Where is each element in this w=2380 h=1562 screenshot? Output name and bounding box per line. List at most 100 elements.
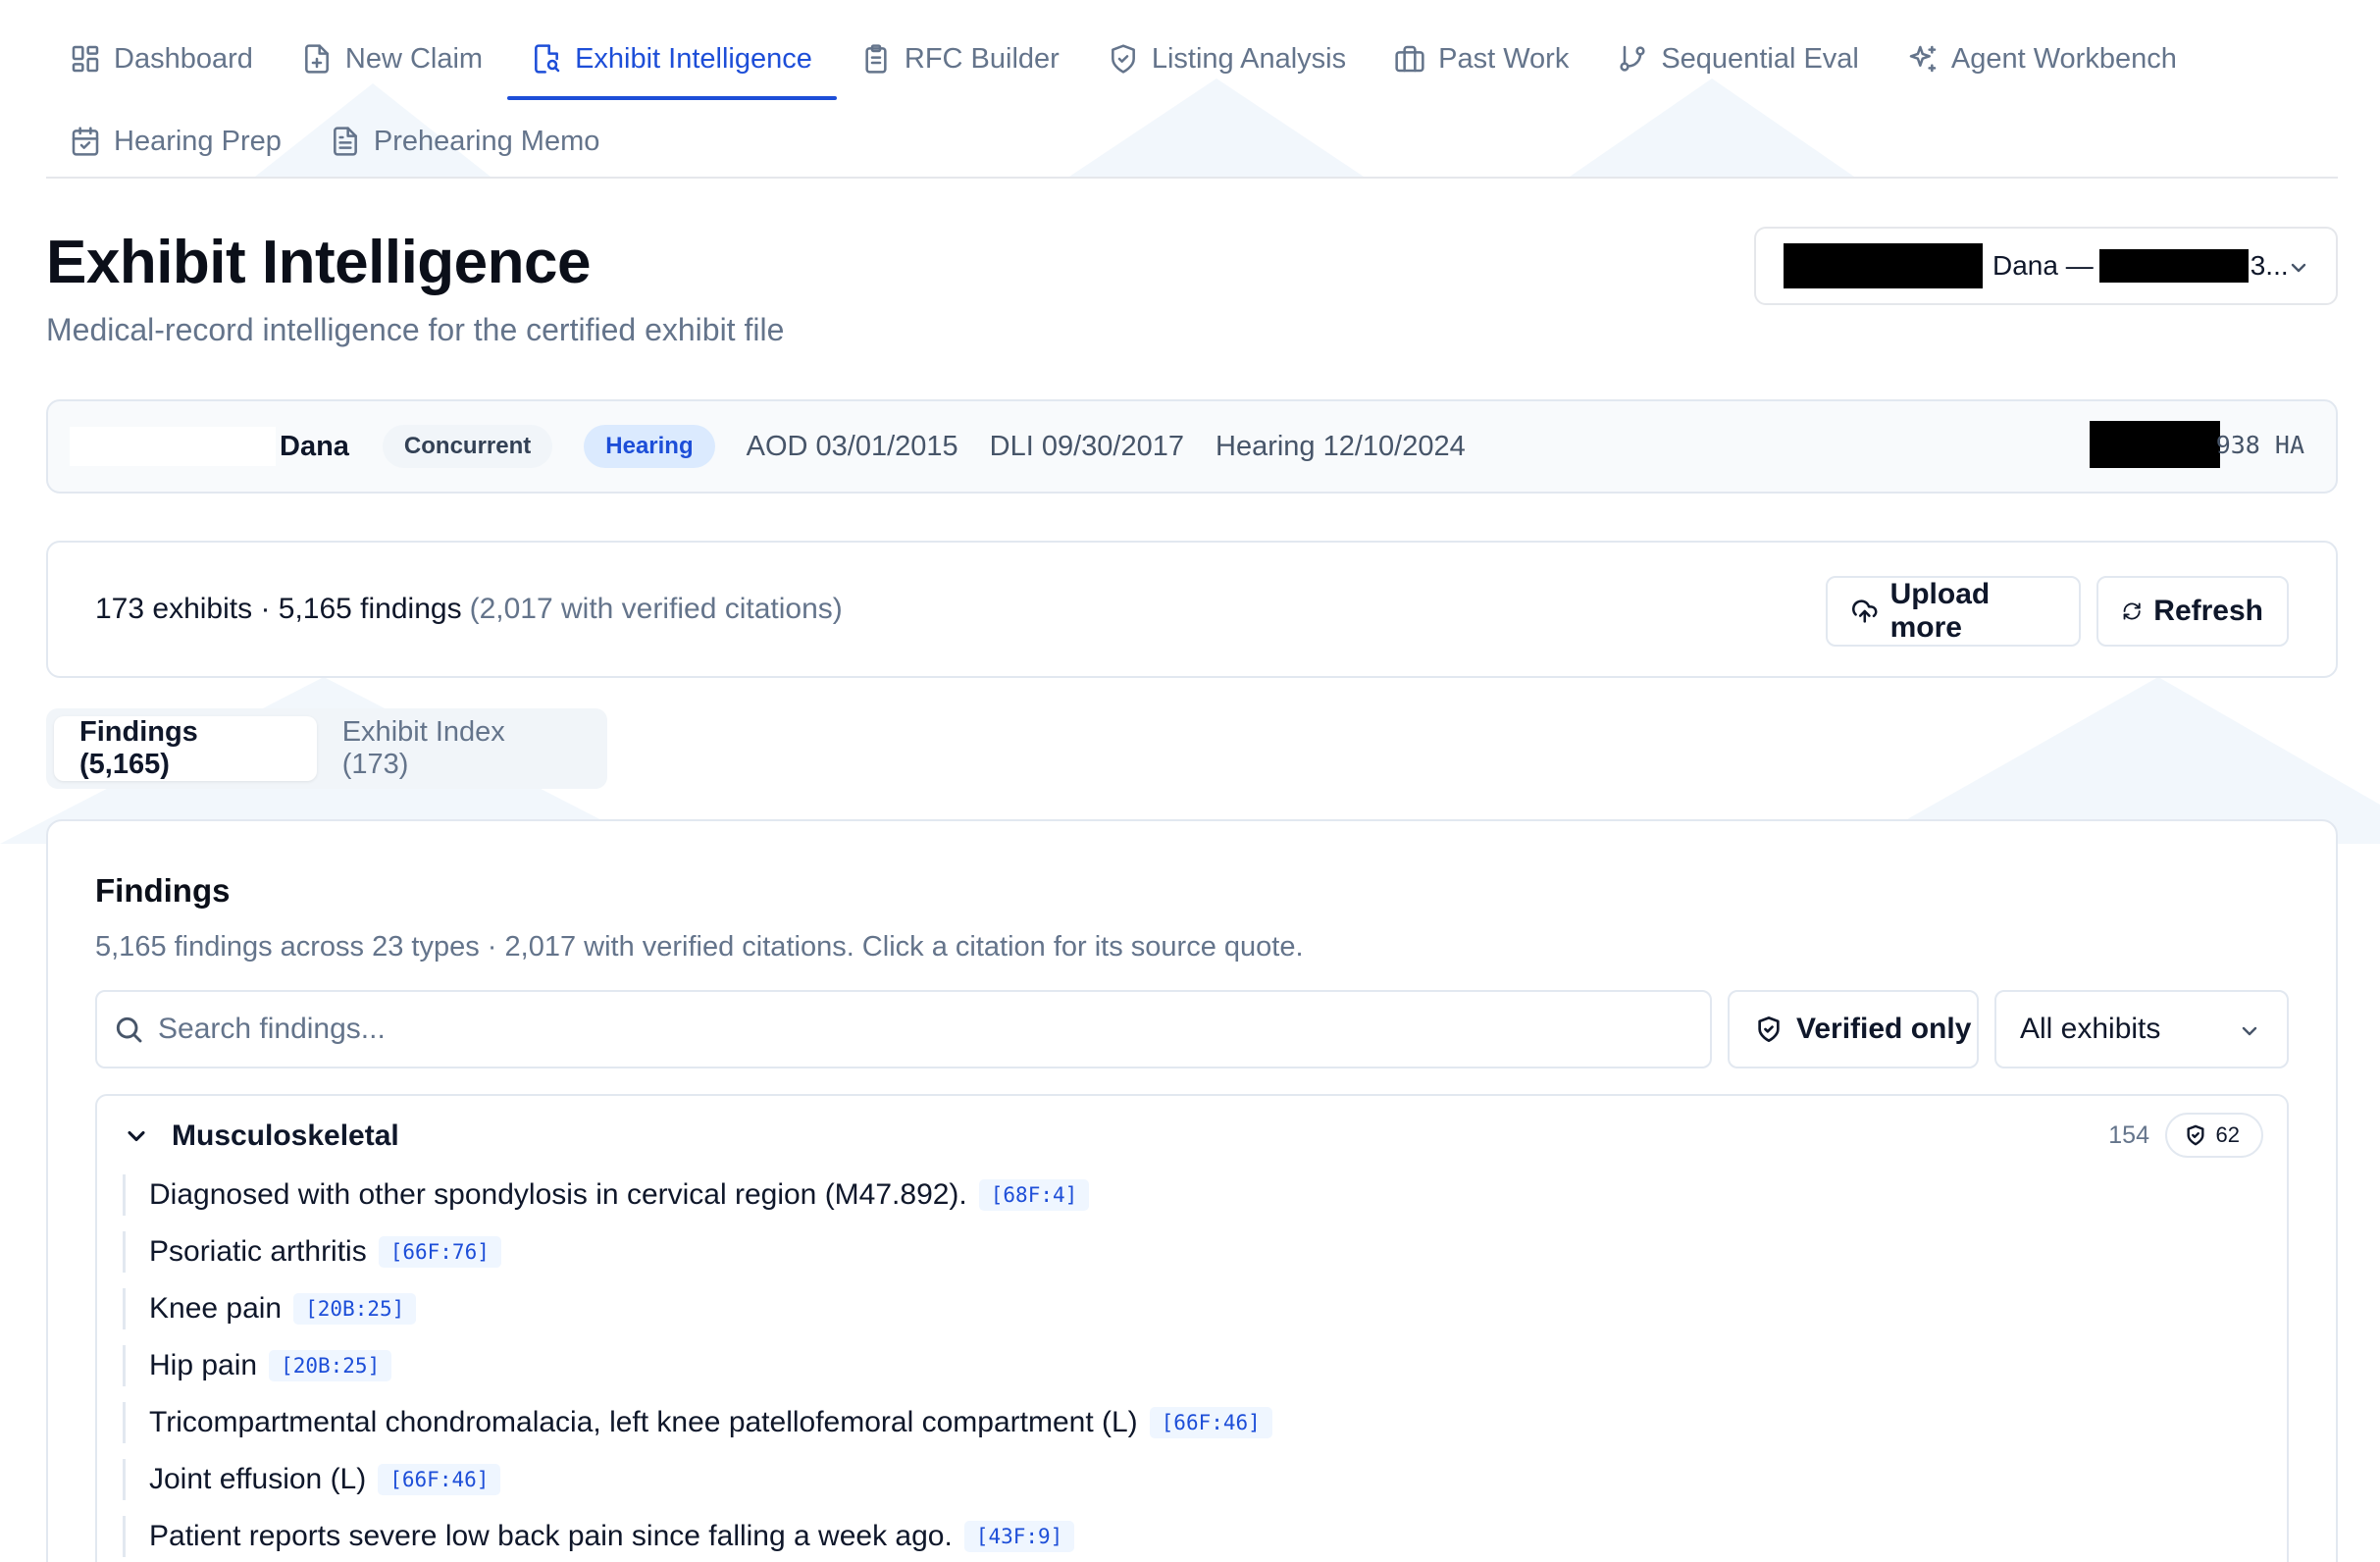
verified-only-label: Verified only: [1796, 1013, 1972, 1045]
tab-agent-workbench[interactable]: Agent Workbench: [1884, 18, 2201, 100]
page-title: Exhibit Intelligence: [46, 229, 592, 296]
nav-row-1: Dashboard New Claim Exhibit Intelligence…: [46, 18, 2201, 100]
tab-prehearing-memo[interactable]: Prehearing Memo: [306, 100, 625, 182]
findings-title: Findings: [95, 872, 231, 909]
search-input[interactable]: [158, 1013, 1630, 1046]
finding-group-musculoskeletal: Musculoskeletal 154 62 Diagnosed with ot…: [95, 1094, 2289, 1562]
tab-hearing-prep[interactable]: Hearing Prep: [46, 100, 306, 182]
citation-link[interactable]: [66F:46]: [1149, 1407, 1272, 1438]
claimant-name: Dana: [280, 430, 349, 462]
verified-count-badge: 62: [2164, 1113, 2263, 1158]
cloud-upload-icon: [1852, 599, 1878, 623]
finding-text: Psoriatic arthritis: [149, 1235, 367, 1268]
git-branch-icon: [1620, 45, 1645, 72]
finding-text: Joint effusion (L): [149, 1463, 367, 1495]
tab-rfc-builder[interactable]: RFC Builder: [837, 18, 1084, 100]
claim-selector-tail: 3...: [2250, 250, 2289, 281]
alleged-onset-date: AOD 03/01/2015: [746, 430, 958, 462]
case-info-bar: Dana Concurrent Hearing AOD 03/01/2015 D…: [46, 399, 2338, 494]
citation-link[interactable]: [68F:4]: [978, 1179, 1090, 1211]
tab-label: Dashboard: [114, 42, 253, 75]
view-tabs: Findings (5,165) Exhibit Index (173): [46, 708, 607, 789]
chevron-down-icon: [128, 1130, 145, 1142]
findings-subtitle: 5,165 findings across 23 types · 2,017 w…: [95, 931, 1304, 963]
finding-item: Joint effusion (L) [66F:46]: [123, 1459, 501, 1500]
shield-icon: [1111, 44, 1135, 74]
tab-exhibit-index[interactable]: Exhibit Index (173): [317, 716, 599, 781]
upload-more-button[interactable]: Upload more: [1826, 576, 2081, 647]
redacted-block: [1784, 243, 1983, 288]
citation-link[interactable]: [66F:76]: [378, 1236, 501, 1268]
page-subtitle: Medical-record intelligence for the cert…: [46, 312, 785, 347]
file-search-icon: [535, 44, 560, 74]
tab-label: RFC Builder: [904, 42, 1060, 75]
dashboard-icon: [72, 45, 99, 73]
verified-citations-count: (2,017 with verified citations): [469, 593, 843, 625]
sparkles-icon: [1909, 45, 1937, 73]
exhibit-summary-card: 173 exhibits · 5,165 findings (2,017 wit…: [46, 541, 2338, 678]
verified-only-toggle[interactable]: Verified only: [1728, 990, 1979, 1068]
status-badge-concurrent: Concurrent: [382, 425, 553, 468]
claim-selector-name: Dana —: [1992, 250, 2094, 281]
briefcase-icon: [1395, 45, 1424, 73]
redacted-block: [2098, 249, 2249, 283]
page: Dashboard New Claim Exhibit Intelligence…: [46, 0, 2338, 1562]
claim-selector[interactable]: Dana — 3...: [1754, 227, 2338, 305]
exhibit-findings-count: 173 exhibits · 5,165 findings: [95, 593, 462, 625]
tab-new-claim[interactable]: New Claim: [278, 18, 507, 100]
tab-label: New Claim: [344, 42, 484, 75]
finding-item: Tricompartmental chondromalacia, left kn…: [123, 1402, 1272, 1443]
finding-text: Patient reports severe low back pain sin…: [149, 1520, 953, 1552]
search-icon: [116, 1016, 142, 1043]
document-icon: [333, 127, 357, 156]
tab-label: Hearing Prep: [114, 125, 282, 157]
finding-group-toggle[interactable]: Musculoskeletal: [123, 1119, 399, 1153]
chevron-down-icon: [2242, 1026, 2257, 1036]
finding-item: Diagnosed with other spondylosis in cerv…: [123, 1174, 1090, 1216]
tab-label: Prehearing Memo: [373, 125, 600, 157]
findings-panel: Findings 5,165 findings across 23 types …: [46, 819, 2338, 1562]
exhibit-filter-select[interactable]: All exhibits: [1994, 990, 2289, 1068]
finding-group-title: Musculoskeletal: [172, 1119, 399, 1152]
finding-group-count: 154: [2108, 1121, 2149, 1149]
tab-label: Agent Workbench: [1950, 42, 2177, 75]
finding-item: Psoriatic arthritis [66F:76]: [123, 1231, 501, 1273]
tab-sequential-eval[interactable]: Sequential Eval: [1593, 18, 1884, 100]
status-badge-hearing: Hearing: [584, 425, 715, 468]
finding-item: Hip pain [20B:25]: [123, 1345, 392, 1386]
refresh-button[interactable]: Refresh: [2096, 576, 2289, 647]
finding-text: Hip pain: [149, 1349, 258, 1381]
refresh-icon: [2123, 602, 2141, 620]
tab-label: Exhibit Intelligence: [575, 42, 812, 75]
tab-label: Past Work: [1438, 42, 1570, 75]
tab-exhibit-intelligence[interactable]: Exhibit Intelligence: [507, 18, 837, 100]
finding-item: Knee pain [20B:25]: [123, 1288, 417, 1329]
case-number-tail: 938 HA: [2215, 430, 2304, 459]
upload-more-label: Upload more: [1889, 578, 1991, 644]
finding-text: Tricompartmental chondromalacia, left kn…: [149, 1406, 1138, 1438]
verified-count: 62: [2215, 1122, 2240, 1147]
tab-past-work[interactable]: Past Work: [1371, 18, 1593, 100]
tab-dashboard[interactable]: Dashboard: [46, 18, 278, 100]
citation-link[interactable]: [66F:46]: [378, 1464, 501, 1495]
finding-item: Patient reports severe low back pain sin…: [123, 1516, 1075, 1557]
citation-link[interactable]: [20B:25]: [269, 1350, 392, 1381]
chevron-down-icon: [2291, 263, 2306, 273]
citation-link[interactable]: [43F:9]: [963, 1521, 1075, 1552]
tab-label: Listing Analysis: [1151, 42, 1347, 75]
redacted-name: [70, 427, 276, 466]
top-navigation: Dashboard New Claim Exhibit Intelligence…: [46, 0, 2338, 179]
clipboard-icon: [865, 44, 887, 74]
case-number: 938 HA: [2089, 421, 2304, 468]
file-plus-icon: [304, 44, 329, 74]
hearing-date: Hearing 12/10/2024: [1216, 430, 1466, 462]
exhibit-filter-value: All exhibits: [2020, 1013, 2161, 1045]
tab-findings[interactable]: Findings (5,165): [54, 716, 317, 781]
tab-listing-analysis[interactable]: Listing Analysis: [1084, 18, 1371, 100]
date-last-insured: DLI 09/30/2017: [989, 430, 1184, 462]
shield-check-icon: [2186, 1124, 2204, 1146]
citation-link[interactable]: [20B:25]: [293, 1293, 417, 1325]
nav-row-2: Hearing Prep Prehearing Memo: [46, 100, 624, 182]
refresh-label: Refresh: [2153, 595, 2263, 627]
finding-text: Knee pain: [149, 1292, 283, 1325]
